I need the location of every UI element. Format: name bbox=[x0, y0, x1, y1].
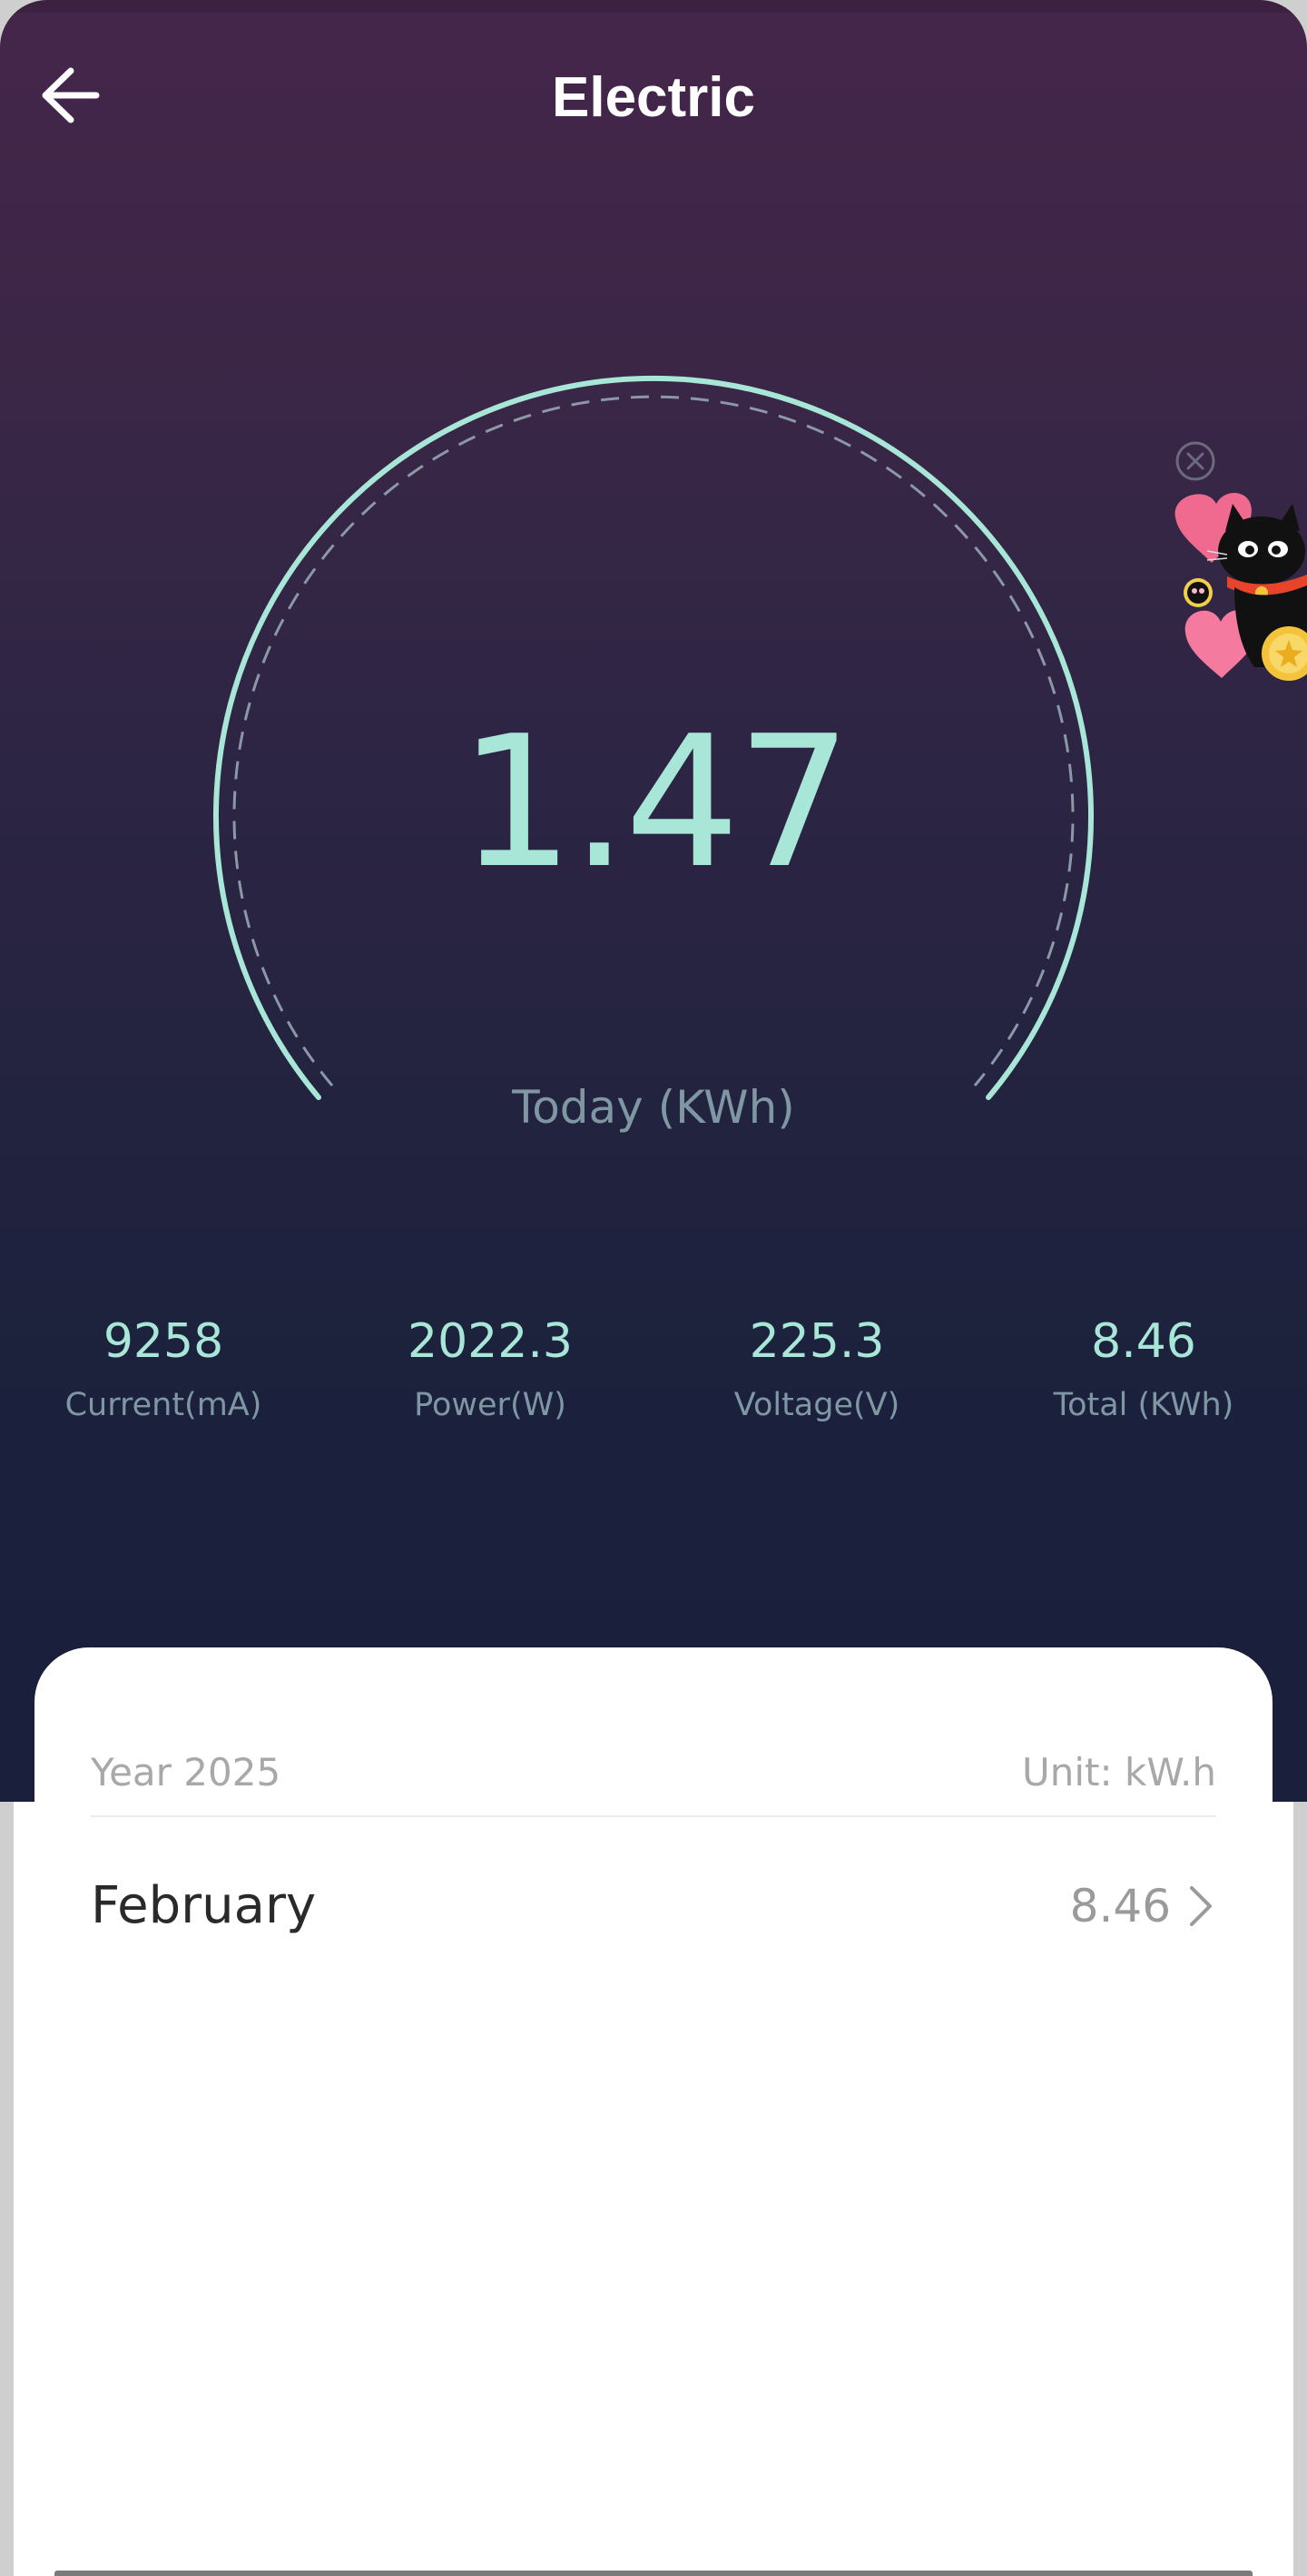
bottom-edge-bar bbox=[54, 2571, 1253, 2576]
stat-power-value: 2022.3 bbox=[408, 1314, 573, 1369]
stat-total-value: 8.46 bbox=[1091, 1314, 1196, 1369]
floating-ad-close-button[interactable] bbox=[1173, 438, 1218, 484]
stat-current-label: Current(mA) bbox=[64, 1387, 262, 1423]
floating-cat-mascot[interactable] bbox=[1171, 486, 1307, 694]
stat-power: 2022.3 Power(W) bbox=[354, 1305, 626, 1432]
stat-current-value: 9258 bbox=[103, 1314, 224, 1369]
today-energy-label: Today (KWh) bbox=[512, 1081, 795, 1134]
hero-panel: Electric 1.47 Today (KWh) 9258 Current(m… bbox=[0, 0, 1307, 1802]
cat-mascot-icon bbox=[1174, 493, 1307, 681]
month-name: February bbox=[91, 1876, 317, 1935]
stats-row: 9258 Current(mA) 2022.3 Power(W) 225.3 V… bbox=[0, 1305, 1307, 1450]
today-energy-value: 1.47 bbox=[458, 697, 851, 909]
stat-total: 8.46 Total (KWh) bbox=[1007, 1305, 1280, 1432]
chevron-right-icon bbox=[1190, 1886, 1212, 1926]
unit-label: Unit: kW.h bbox=[1022, 1750, 1216, 1794]
monthly-usage-card: Year 2025 Unit: kW.h February 8.46 bbox=[34, 1647, 1273, 2576]
stat-voltage-value: 225.3 bbox=[749, 1314, 885, 1369]
stat-voltage-label: Voltage(V) bbox=[733, 1387, 900, 1423]
stat-power-label: Power(W) bbox=[414, 1387, 566, 1423]
month-row-february[interactable]: February 8.46 bbox=[91, 1856, 1216, 1956]
close-circle-icon bbox=[1175, 441, 1215, 481]
card-divider bbox=[91, 1815, 1216, 1817]
year-label: Year 2025 bbox=[91, 1750, 281, 1794]
stat-total-label: Total (KWh) bbox=[1053, 1387, 1234, 1423]
month-value: 8.46 bbox=[1069, 1880, 1171, 1932]
card-header: Year 2025 Unit: kW.h bbox=[91, 1736, 1216, 1809]
stat-voltage: 225.3 Voltage(V) bbox=[681, 1305, 953, 1432]
electric-screen: Electric 1.47 Today (KWh) 9258 Current(m… bbox=[0, 0, 1307, 2576]
stat-current: 9258 Current(mA) bbox=[27, 1305, 300, 1432]
